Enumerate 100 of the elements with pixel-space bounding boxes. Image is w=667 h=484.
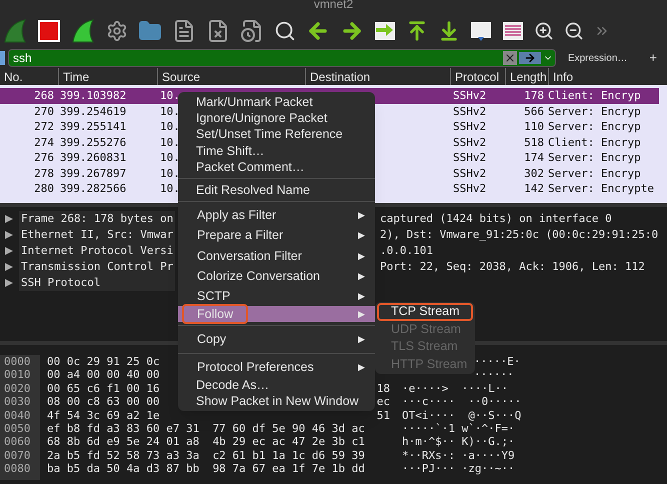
ascii-text: h·m·^$·· K)··G.;· — [402, 435, 516, 449]
table-cell-text: SSHv2 — [452, 104, 488, 119]
table-cell[interactable]: 278 — [0, 166, 58, 181]
submenu-arrow: ▶ — [358, 333, 365, 346]
submenu-arrow: ▶ — [358, 360, 365, 374]
table-cell[interactable]: 270 — [0, 104, 58, 119]
file-icon[interactable] — [172, 19, 196, 43]
settings-icon[interactable] — [106, 20, 128, 42]
menu-item[interactable]: TCP Stream — [377, 303, 473, 320]
table-cell: 10. — [160, 134, 180, 150]
detail-text[interactable]: captured (1424 bits) on interface 0 — [380, 211, 612, 227]
hex-bytes: 00 a4 00 00 40 00 — [47, 368, 160, 382]
search-icon[interactable] — [274, 20, 296, 42]
hex-bytes: 4f 54 3c 69 a2 1e — [47, 408, 160, 422]
expression-button[interactable]: Expression… — [556, 50, 640, 66]
table-cell-text: 178 — [523, 88, 545, 104]
menu-item[interactable]: Mark/Unmark Packet — [178, 94, 375, 110]
table-cell: 10. — [160, 88, 180, 104]
ascii-text: ·e····> ····L·· — [402, 382, 509, 396]
arrow-right-icon — [524, 52, 536, 64]
zoom-in-icon[interactable] — [534, 21, 554, 41]
table-cell[interactable]: 272 — [0, 119, 58, 134]
detail-text[interactable]: SSH Protocol — [19, 275, 175, 291]
table-cell-text: 174 — [523, 150, 545, 166]
table-cell-text: SSHv2 — [452, 134, 488, 150]
table-cell-text: Server: Encryp — [548, 166, 642, 181]
table-cell: 10. — [160, 181, 180, 196]
table-cell-text: SSHv2 — [452, 150, 488, 166]
detail-text[interactable]: Internet Protocol Versi — [19, 243, 175, 259]
offset-label: 0030 — [4, 395, 32, 409]
reload-file-icon[interactable] — [240, 19, 264, 43]
restart-fin-icon[interactable] — [70, 18, 96, 44]
table-cell: 10. — [160, 166, 180, 181]
offset-label: 0080 — [4, 462, 32, 476]
table-cell-text: Server: Encrypte — [548, 181, 655, 196]
table-cell-text: Client: Encryp — [548, 134, 642, 150]
table-cell-text: 399.260831 — [59, 150, 128, 166]
offset-label: 0050 — [4, 422, 32, 436]
folder-icon[interactable] — [138, 19, 162, 43]
hex-bytes: ec — [376, 395, 390, 409]
submenu-arrow: ▶ — [358, 250, 365, 263]
table-cell-text: Client: Encryp — [548, 88, 642, 104]
detail-text[interactable]: 2), Dst: Vmware_91:25:0c (00:0c:29:91:25:0 — [380, 227, 658, 243]
table-cell-text: 399.103982 — [59, 88, 128, 104]
submenu-arrow: ▶ — [358, 229, 365, 242]
clear-button[interactable] — [502, 51, 517, 65]
hex-bytes: 2a b5 fd 52 58 73 a3 3a c2 61 b1 1a 1c d6 59 39 — [47, 448, 365, 462]
hex-bytes: 00 65 c6 f1 00 16 — [47, 382, 160, 396]
submenu-item[interactable]: Copy ▶ — [178, 329, 375, 350]
menu-item[interactable]: Show Packet in New Window — [178, 393, 375, 410]
table-cell-text: 399.254619 — [59, 104, 128, 119]
apply-button[interactable] — [518, 52, 541, 64]
menu-item[interactable]: Decode As… — [178, 376, 375, 394]
offset-label: 0070 — [4, 448, 32, 462]
table-cell: 10. — [160, 119, 180, 134]
hex-bytes: 68 8b 6d e9 5e 24 01 a8 4b 29 ec ac 47 2e 3b c1 — [47, 435, 365, 449]
hex-bytes: 08 00 c8 63 00 00 — [47, 395, 160, 409]
menu-item[interactable]: Set/Unset Time Reference — [178, 126, 375, 143]
submenu-item[interactable]: Colorize Conversation ▶ — [178, 266, 375, 286]
table-cell[interactable]: 280 — [0, 181, 58, 196]
submenu-item[interactable]: Protocol Preferences ▶ — [178, 356, 375, 377]
offset-label: 0010 — [4, 368, 32, 382]
submenu-item[interactable]: Conversation Filter ▶ — [178, 246, 375, 266]
column-title[interactable]: No. — [0, 68, 58, 85]
menu-item[interactable]: Edit Resolved Name — [178, 182, 375, 198]
detail-text[interactable]: .0.0.101 — [380, 243, 433, 259]
add-button[interactable]: + — [639, 48, 667, 68]
detail-text[interactable]: Frame 268: 178 bytes on — [19, 211, 175, 227]
table-cell[interactable]: 276 — [0, 150, 58, 166]
close-file-icon[interactable] — [206, 19, 230, 43]
zoom-out-icon[interactable] — [564, 21, 584, 41]
submenu-item[interactable]: SCTP ▶ — [178, 286, 375, 306]
menu-item[interactable]: Time Shift… — [178, 142, 375, 159]
submenu-item[interactable]: Apply as Filter ▶ — [178, 205, 375, 226]
ascii-text: ···PJ··· ·zg··~·· — [402, 462, 516, 476]
table-cell-text: 518 — [523, 134, 545, 150]
detail-text[interactable]: Transmission Control Pr — [19, 259, 175, 275]
table-cell-text: SSHv2 — [452, 181, 488, 196]
autoscroll-icon[interactable] — [470, 20, 492, 42]
detail-text[interactable]: Ethernet II, Src: Vmwar — [19, 227, 175, 243]
shark-fin-icon[interactable] — [2, 18, 28, 44]
colorize-icon[interactable] — [502, 21, 524, 41]
ascii-text: ······ — [474, 368, 515, 382]
detail-text[interactable]: Port: 22, Seq: 2038, Ack: 1906, Len: 112 — [380, 259, 645, 275]
hex-bytes: ef b8 fd a3 83 60 e7 31 77 60 df 5e 90 46 3d ac — [47, 422, 365, 436]
table-cell: 10. — [160, 150, 180, 166]
table-cell-text: 566 — [523, 104, 545, 119]
table-cell: 10. — [160, 104, 180, 119]
hex-bytes: 18 — [376, 382, 390, 396]
arrow-up-icon[interactable] — [406, 20, 428, 42]
submenu-arrow: ▶ — [358, 270, 365, 283]
table-cell-text: 399.282566 — [59, 181, 128, 196]
table-cell-text: SSHv2 — [452, 166, 488, 181]
menu-item[interactable]: Packet Comment… — [178, 158, 375, 176]
offset-label: 0040 — [4, 408, 32, 422]
menu-item[interactable]: Ignore/Unignore Packet — [178, 110, 375, 126]
submenu-item[interactable]: Prepare a Filter ▶ — [178, 225, 375, 246]
arrow-down-icon[interactable] — [438, 20, 460, 42]
stop-icon[interactable] — [38, 20, 60, 42]
table-cell[interactable]: 274 — [0, 134, 58, 150]
